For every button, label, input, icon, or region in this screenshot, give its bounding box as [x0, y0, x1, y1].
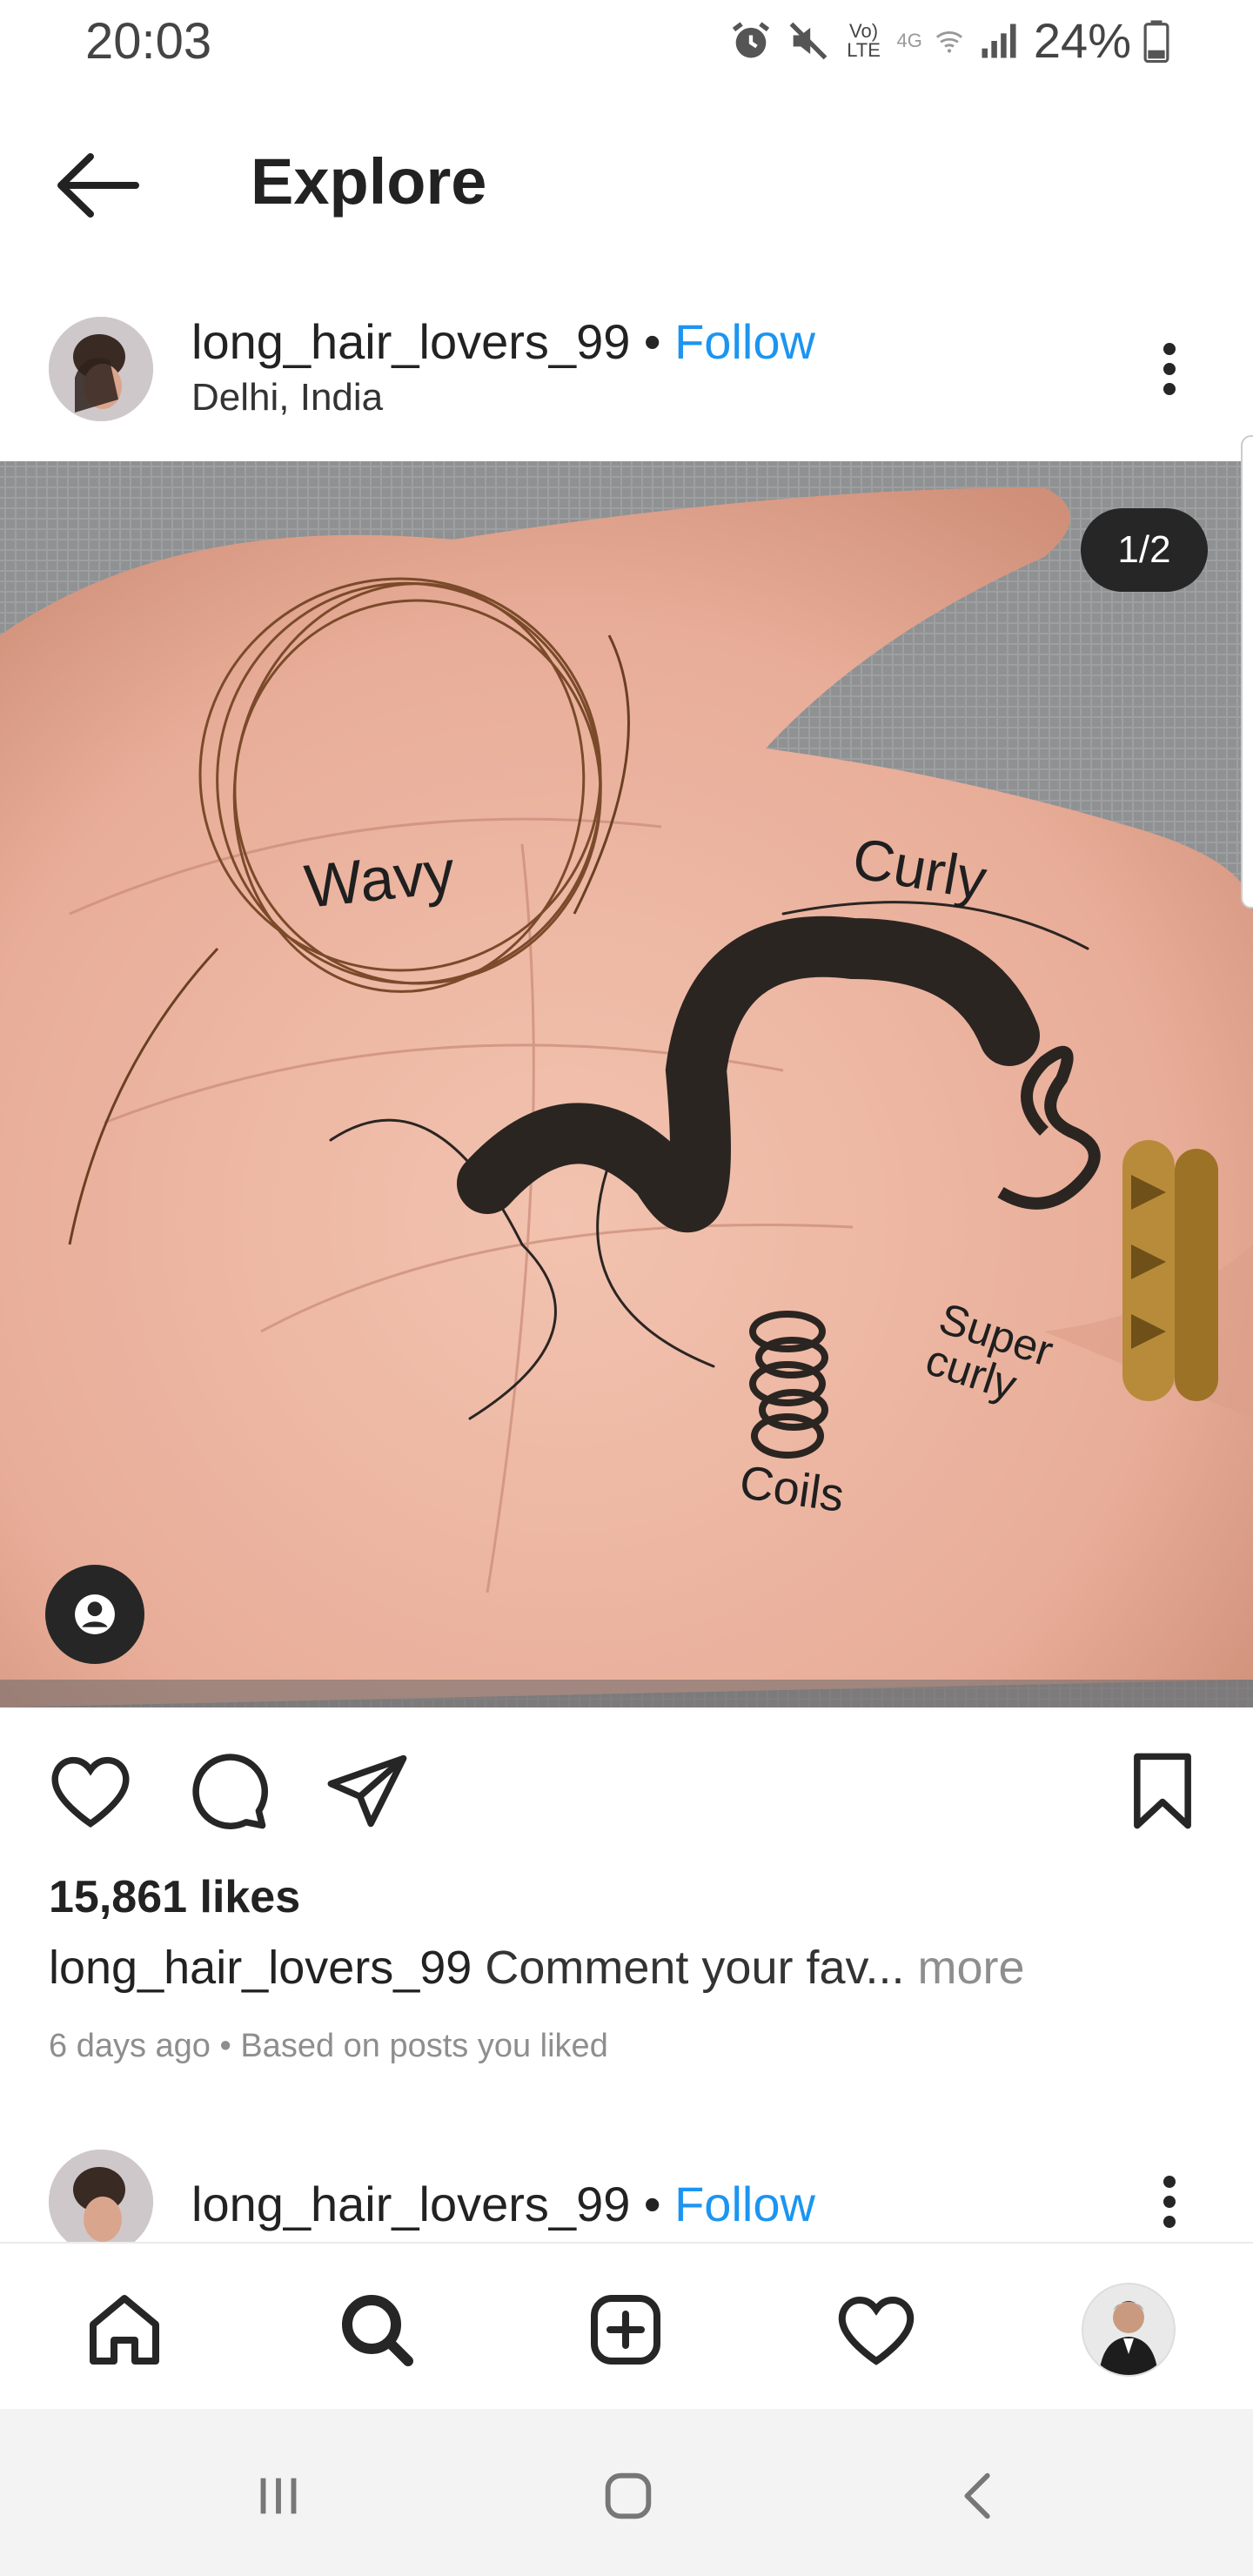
tab-activity[interactable] — [828, 2282, 924, 2378]
alarm-icon — [732, 21, 769, 57]
bookmark-icon — [1134, 1753, 1191, 1829]
caption-more-link[interactable]: more — [918, 1942, 1025, 1994]
author-line: long_hair_lovers_99 • Follow — [191, 313, 815, 370]
tab-profile[interactable] — [1081, 2282, 1176, 2378]
post-image[interactable]: Wavy Curly Super curly Coils — [0, 461, 1253, 1707]
back-button[interactable] — [50, 146, 146, 225]
send-icon — [327, 1754, 407, 1828]
recent-apps-button[interactable] — [235, 2452, 322, 2539]
save-button[interactable] — [1119, 1748, 1206, 1835]
follow-button[interactable]: Follow — [674, 314, 815, 369]
system-home-button[interactable] — [585, 2452, 672, 2539]
volte-icon: Vo) LTE — [847, 19, 881, 61]
recent-apps-icon — [260, 2478, 297, 2514]
share-button[interactable] — [324, 1748, 411, 1835]
author-username[interactable]: long_hair_lovers_99 — [191, 314, 630, 369]
tagged-people-button[interactable] — [45, 1565, 144, 1664]
mute-icon — [789, 22, 827, 59]
caption: long_hair_lovers_99 Comment your fav... … — [49, 1941, 1025, 1995]
search-icon — [342, 2295, 413, 2366]
post-location[interactable]: Delhi, India — [191, 376, 383, 419]
next-author-username[interactable]: long_hair_lovers_99 — [191, 2177, 630, 2231]
tab-new-post[interactable] — [578, 2282, 673, 2378]
system-navigation-bar — [0, 2409, 1253, 2576]
separator-dot: • — [643, 2177, 661, 2231]
like-button[interactable] — [47, 1748, 134, 1835]
signal-icon — [982, 23, 1016, 57]
home-button-icon — [605, 2472, 652, 2519]
caption-username[interactable]: long_hair_lovers_99 — [49, 1942, 472, 1994]
comment-button[interactable] — [184, 1748, 271, 1835]
next-post-header: long_hair_lovers_99 • Follow — [0, 2141, 1253, 2242]
back-arrow-icon — [57, 153, 139, 218]
status-icons: Vo) LTE 4G 24% — [728, 12, 1169, 69]
comment-icon — [192, 1754, 268, 1829]
next-author-line: long_hair_lovers_99 • Follow — [191, 2176, 815, 2232]
activity-heart-icon — [838, 2296, 915, 2365]
scroll-indicator — [1241, 435, 1253, 909]
battery-icon — [1143, 19, 1169, 63]
next-follow-button[interactable]: Follow — [674, 2177, 815, 2231]
caption-text: Comment your fav... — [485, 1942, 905, 1994]
bottom-tab-bar — [0, 2242, 1253, 2409]
author-avatar[interactable] — [49, 317, 153, 421]
tab-search[interactable] — [329, 2282, 425, 2378]
more-options-button[interactable] — [1152, 343, 1187, 395]
next-author-avatar[interactable] — [49, 2150, 153, 2242]
separator-dot: • — [643, 314, 661, 369]
person-icon — [75, 1594, 115, 1634]
network-type-label: 4G — [896, 29, 922, 51]
status-time: 20:03 — [85, 13, 212, 70]
next-more-options-button[interactable] — [1152, 2176, 1187, 2228]
battery-percent: 24% — [1033, 13, 1131, 68]
back-icon — [964, 2472, 990, 2519]
home-icon — [90, 2295, 159, 2365]
tab-home[interactable] — [77, 2282, 172, 2378]
image-counter: 1/2 — [1081, 508, 1208, 592]
like-count[interactable]: 15,861 likes — [49, 1871, 300, 1923]
profile-avatar — [1082, 2283, 1176, 2377]
system-back-button[interactable] — [936, 2452, 1023, 2539]
heart-icon — [51, 1756, 130, 1828]
post-meta: 6 days ago • Based on posts you liked — [49, 2028, 608, 2064]
add-post-icon — [591, 2295, 660, 2365]
wifi-icon — [935, 30, 962, 52]
page-title: Explore — [251, 145, 487, 218]
